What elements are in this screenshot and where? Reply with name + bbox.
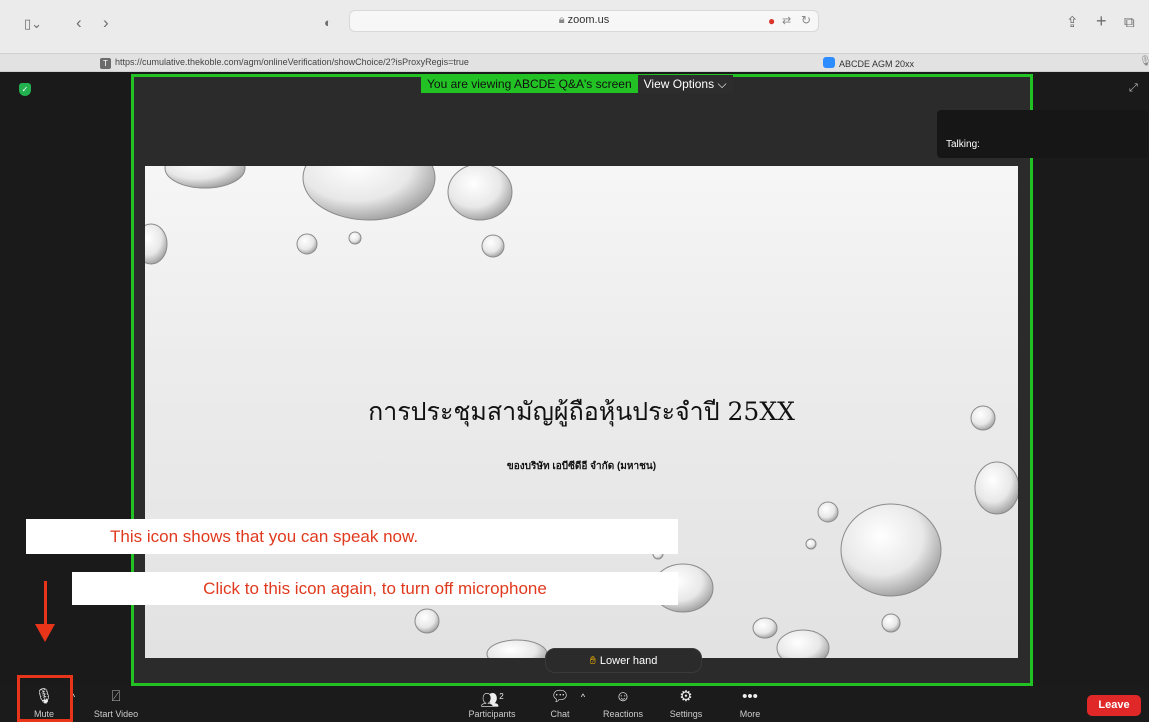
tab-bar: Thttps://cumulative.thekoble.com/agm/onl… <box>0 54 1149 72</box>
annotation-arrow-head <box>35 624 55 642</box>
fullscreen-icon[interactable]: ⤢ <box>1129 82 1138 95</box>
address-bar[interactable]: 🔒︎ zoom.us ● ⇄ ↻ <box>349 10 819 32</box>
participants-icon: 👥︎2 <box>480 692 504 709</box>
viewing-label: You are viewing ABCDE Q&A's screen <box>421 75 638 93</box>
more-button[interactable]: ••• More <box>728 686 772 722</box>
gear-icon: ⚙︎ <box>679 688 693 705</box>
chevron-up-icon: ^ <box>580 692 586 702</box>
talking-indicator: Talking: <box>937 110 1148 158</box>
slide-subtitle: ของบริษัท เอบีซีดีอี จำกัด (มหาชน) <box>506 461 657 472</box>
leave-button[interactable]: Leave <box>1087 695 1141 716</box>
address-host: zoom.us <box>567 14 610 26</box>
tab-zoom-label: ABCDE AGM 20xx <box>839 59 915 69</box>
settings-label: Settings <box>669 709 703 719</box>
lock-icon: 🔒︎ <box>558 14 565 26</box>
chat-button[interactable]: 💬︎ Chat <box>544 686 576 722</box>
tab-verification[interactable]: Thttps://cumulative.thekoble.com/agm/onl… <box>100 57 469 69</box>
more-label: More <box>739 709 761 719</box>
screen-share-banner: You are viewing ABCDE Q&A's screen View … <box>421 75 733 93</box>
slide-title: การประชุมสามัญผู้ถือหุ้นประจำปี 25XX <box>368 397 795 426</box>
microphone-in-use-icon[interactable]: ● <box>768 14 775 28</box>
mute-highlight-box <box>17 675 73 722</box>
encryption-shield-icon[interactable]: ✓ <box>19 83 31 96</box>
reactions-button[interactable]: ☺︎ Reactions <box>596 686 650 722</box>
more-icon: ••• <box>742 688 758 705</box>
translate-icon[interactable]: ⇄ <box>782 14 791 27</box>
meeting-controls: 🎙︎ Mute ^ ⍁ Start Video 👥︎2 Participants… <box>0 686 1149 722</box>
annotation-speak-now: This icon shows that you can speak now. <box>26 519 678 554</box>
reactions-label: Reactions <box>602 709 644 719</box>
participants-count: 2 <box>499 692 504 701</box>
start-video-label: Start Video <box>93 709 139 719</box>
back-icon[interactable]: ‹ <box>76 13 82 33</box>
chat-icon: 💬︎ <box>550 688 570 705</box>
tab-favicon-icon: T <box>100 58 111 69</box>
sidebar-toggle-icon[interactable]: ▯⌄ <box>24 14 42 34</box>
settings-button[interactable]: ⚙︎ Settings <box>662 686 710 722</box>
tab-zoom-meeting[interactable]: ABCDE AGM 20xx <box>823 57 914 69</box>
lower-hand-button[interactable]: ✋︎ Lower hand <box>545 648 702 673</box>
annotation-turn-off-mic: Click to this icon again, to turn off mi… <box>72 572 678 605</box>
reactions-icon: ☺︎ <box>615 688 631 705</box>
new-tab-icon[interactable]: + <box>1096 11 1107 31</box>
participants-button[interactable]: 👥︎2 Participants <box>458 686 526 722</box>
share-icon[interactable]: ⇪ <box>1066 13 1079 33</box>
view-options-button[interactable]: View Options ⌵ <box>637 75 733 93</box>
annotation-arrow-shaft <box>44 581 47 625</box>
chat-options-chevron[interactable]: ^ <box>576 686 590 722</box>
tab-microphone-icon: 🎙︎ <box>1139 56 1149 67</box>
participants-label: Participants <box>468 709 516 719</box>
chat-label: Chat <box>550 709 570 719</box>
raised-hand-icon: ✋︎ <box>589 655 596 667</box>
zoom-favicon-icon <box>823 57 835 68</box>
talking-label: Talking: <box>946 139 980 150</box>
forward-icon[interactable]: › <box>103 13 109 33</box>
start-video-button[interactable]: ⍁ Start Video <box>86 686 146 722</box>
reload-icon[interactable]: ↻ <box>801 13 811 27</box>
privacy-shield-icon[interactable]: ◐ <box>324 13 332 33</box>
tab-overview-icon[interactable]: ⧉ <box>1124 13 1135 33</box>
tab-url-label: https://cumulative.thekoble.com/agm/onli… <box>115 57 469 67</box>
lower-hand-label: Lower hand <box>599 655 658 667</box>
browser-toolbar: ▯⌄ ‹ › ◐ 🔒︎ zoom.us ● ⇄ ↻ ⇪ + ⧉ <box>0 0 1149 54</box>
video-off-icon: ⍁ <box>111 688 121 705</box>
